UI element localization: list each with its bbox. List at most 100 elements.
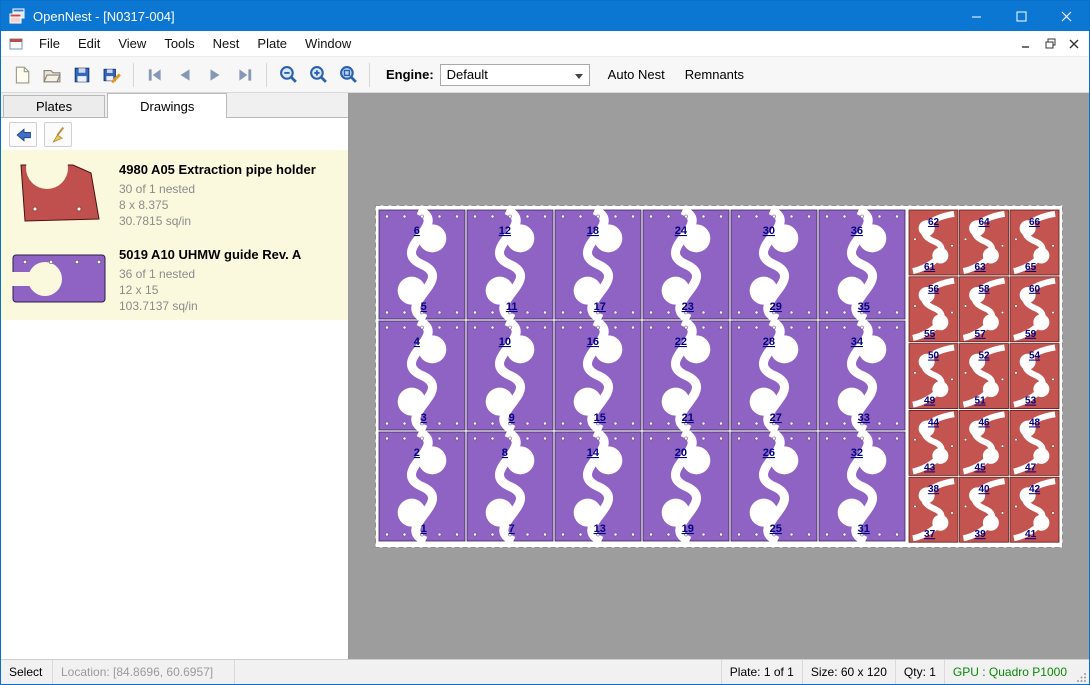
plate[interactable]: 6512111817242330293635431091615222128273…	[375, 205, 1063, 548]
status-plate: Plate: 1 of 1	[721, 660, 802, 684]
nested-part-pair-purple[interactable]: 2019	[643, 432, 729, 541]
drawing-nested-count: 36 of 1 nested	[119, 266, 301, 282]
drawing-item-2[interactable]: 5019 A10 UHMW guide Rev. A 36 of 1 neste…	[1, 235, 348, 320]
last-plate-button[interactable]	[230, 61, 260, 89]
part-number: 19	[682, 523, 694, 535]
import-arrow-icon	[15, 126, 32, 143]
mdi-close-icon[interactable]	[1065, 36, 1083, 52]
nested-part-pair-purple[interactable]: 87	[467, 432, 553, 541]
save-as-button[interactable]	[97, 61, 127, 89]
nested-part-pair-purple[interactable]: 65	[379, 210, 465, 319]
nested-part-pair-purple[interactable]: 1817	[555, 210, 641, 319]
engine-selected-value: Default	[447, 67, 488, 82]
broom-icon	[50, 126, 67, 143]
nested-part-pair-red[interactable]: 6059	[1010, 277, 1059, 342]
clear-drawings-button[interactable]	[44, 122, 72, 147]
menu-view[interactable]: View	[109, 31, 155, 56]
part-number: 3	[421, 412, 427, 424]
part-number: 5	[421, 301, 427, 313]
new-file-icon	[13, 66, 31, 84]
part-number: 8	[502, 447, 508, 459]
nested-part-pair-red[interactable]: 6261	[909, 210, 958, 275]
nested-part-pair-red[interactable]: 5251	[960, 344, 1009, 409]
tab-drawings[interactable]: Drawings	[107, 93, 227, 118]
nested-part-pair-red[interactable]: 3837	[909, 477, 958, 542]
menu-window[interactable]: Window	[296, 31, 360, 56]
status-qty: Qty: 1	[895, 660, 944, 684]
tab-plates[interactable]: Plates	[3, 95, 105, 117]
zoom-out-button[interactable]	[273, 61, 303, 89]
import-drawing-button[interactable]	[9, 122, 37, 147]
remnants-button[interactable]: Remnants	[675, 61, 754, 89]
nested-part-pair-purple[interactable]: 2827	[731, 321, 817, 430]
nested-part-pair-purple[interactable]: 3029	[731, 210, 817, 319]
menu-plate[interactable]: Plate	[248, 31, 296, 56]
plate-drawing[interactable]: 6512111817242330293635431091615222128273…	[375, 205, 1063, 548]
part-number: 13	[594, 523, 606, 535]
first-plate-button[interactable]	[140, 61, 170, 89]
drawings-toolbar	[1, 118, 348, 150]
nested-part-pair-purple[interactable]: 2625	[731, 432, 817, 541]
save-button[interactable]	[67, 61, 97, 89]
drawing-item-1[interactable]: 4980 A05 Extraction pipe holder 30 of 1 …	[1, 150, 348, 235]
part-number: 42	[1029, 484, 1041, 495]
previous-arrow-icon	[176, 66, 194, 84]
nested-part-pair-red[interactable]: 6665	[1010, 210, 1059, 275]
nested-part-pair-red[interactable]: 4241	[1010, 477, 1059, 542]
nested-part-pair-purple[interactable]: 109	[467, 321, 553, 430]
nested-part-pair-red[interactable]: 5453	[1010, 344, 1059, 409]
part-number: 4	[414, 336, 421, 348]
open-folder-icon	[43, 66, 61, 84]
nested-part-pair-purple[interactable]: 2221	[643, 321, 729, 430]
nested-part-pair-purple[interactable]: 1615	[555, 321, 641, 430]
engine-select[interactable]: Default	[440, 64, 590, 86]
nested-part-pair-red[interactable]: 4645	[960, 410, 1009, 475]
part-number: 63	[975, 262, 987, 273]
menu-edit[interactable]: Edit	[69, 31, 109, 56]
resize-grip[interactable]	[1075, 660, 1089, 684]
mdi-document-icon[interactable]	[9, 37, 23, 51]
nest-canvas-area[interactable]: 6512111817242330293635431091615222128273…	[349, 93, 1089, 659]
nested-part-pair-purple[interactable]: 21	[379, 432, 465, 541]
nested-part-pair-purple[interactable]: 3433	[819, 321, 905, 430]
nested-part-pair-red[interactable]: 4847	[1010, 410, 1059, 475]
zoom-in-button[interactable]	[303, 61, 333, 89]
status-mode: Select	[1, 660, 53, 684]
zoom-fit-button[interactable]	[333, 61, 363, 89]
nested-part-pair-purple[interactable]: 14 13	[555, 432, 641, 541]
nested-part-pair-purple[interactable]: 2423	[643, 210, 729, 319]
mdi-restore-icon[interactable]	[1041, 36, 1059, 52]
nested-part-pair-red[interactable]: 5655	[909, 277, 958, 342]
auto-nest-button[interactable]: Auto Nest	[598, 61, 675, 89]
first-arrow-icon	[146, 66, 164, 84]
part-number: 11	[506, 301, 518, 313]
previous-plate-button[interactable]	[170, 61, 200, 89]
open-button[interactable]	[37, 61, 67, 89]
maximize-button[interactable]	[999, 1, 1044, 31]
nested-part-pair-purple[interactable]: 1211	[467, 210, 553, 319]
close-button[interactable]	[1044, 1, 1089, 31]
status-gpu: GPU : Quadro P1000	[944, 660, 1075, 684]
nested-part-pair-red[interactable]: 5049	[909, 344, 958, 409]
menu-file[interactable]: File	[30, 31, 69, 56]
nested-part-pair-red[interactable]: 4039	[960, 477, 1009, 542]
window-title: OpenNest - [N0317-004]	[33, 9, 175, 24]
nested-part-pair-purple[interactable]: 43	[379, 321, 465, 430]
new-button[interactable]	[7, 61, 37, 89]
minimize-button[interactable]	[954, 1, 999, 31]
nested-part-pair-red[interactable]: 6463	[960, 210, 1009, 275]
part-number: 14	[587, 447, 600, 459]
next-plate-button[interactable]	[200, 61, 230, 89]
part-number: 29	[770, 301, 782, 313]
part-number: 23	[682, 301, 694, 313]
mdi-minimize-icon[interactable]	[1017, 36, 1035, 52]
part-number: 25	[770, 523, 782, 535]
part-number: 6	[414, 225, 420, 237]
menu-nest[interactable]: Nest	[204, 31, 249, 56]
nested-part-pair-red[interactable]: 4443	[909, 410, 958, 475]
nested-part-pair-purple[interactable]: 3635	[819, 210, 905, 319]
part-number: 34	[851, 336, 864, 348]
menu-tools[interactable]: Tools	[155, 31, 203, 56]
nested-part-pair-purple[interactable]: 3231	[819, 432, 905, 541]
nested-part-pair-red[interactable]: 5857	[960, 277, 1009, 342]
